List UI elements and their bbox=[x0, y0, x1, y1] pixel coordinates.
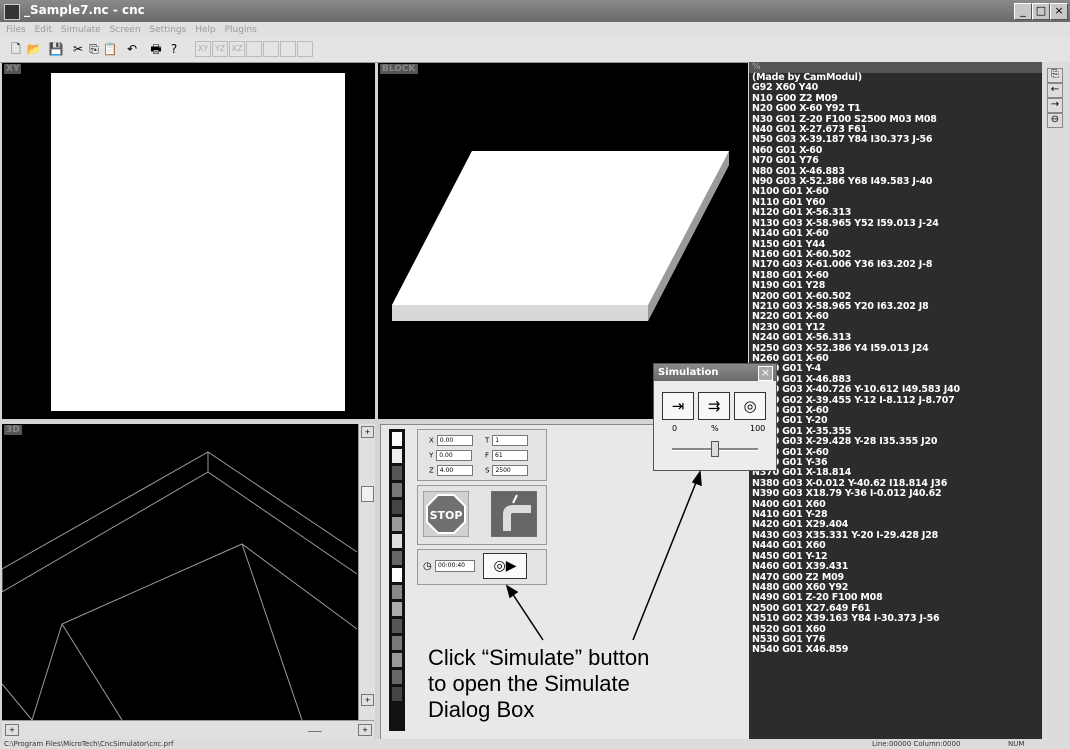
stop-label: STOP bbox=[430, 509, 463, 522]
minimize-button[interactable]: _ bbox=[1014, 3, 1032, 20]
menu-simulate[interactable]: Simulate bbox=[61, 22, 101, 38]
sim-step-button[interactable]: ⇉ bbox=[698, 392, 730, 420]
menu-settings[interactable]: Settings bbox=[149, 22, 186, 38]
new-file-icon[interactable]: 🗋 bbox=[8, 41, 24, 57]
annotation-line-2: to open the Simulate bbox=[428, 671, 630, 696]
open-folder-icon[interactable]: 📂 bbox=[26, 41, 42, 57]
stop-button[interactable]: STOP bbox=[423, 491, 469, 537]
view-yz-button[interactable]: YZ bbox=[212, 41, 228, 57]
status-bar: C:\Program Files\MicroTech\CncSimulator\… bbox=[0, 739, 1070, 749]
tool-change-icon[interactable] bbox=[491, 491, 537, 537]
save-icon[interactable]: 💾 bbox=[48, 41, 64, 57]
cut-icon[interactable]: ✂ bbox=[70, 41, 86, 57]
copy-code-icon[interactable]: ⎘ bbox=[1047, 68, 1063, 83]
simulation-close-button[interactable]: × bbox=[758, 366, 773, 381]
code-line[interactable]: N510 G02 X39.163 Y84 I-30.373 J-56 bbox=[749, 613, 1042, 624]
speed-min-label: 0 bbox=[672, 424, 678, 433]
timer-value: 00:00:40 bbox=[435, 560, 475, 572]
xy-workpiece bbox=[51, 73, 345, 411]
scroll-down-icon[interactable]: + bbox=[361, 694, 374, 706]
annotation-line-1: Click “Simulate” button bbox=[428, 645, 650, 670]
y-value: 0.00 bbox=[436, 450, 473, 461]
t-field: T1 bbox=[485, 435, 529, 446]
scroll-h-thumb[interactable] bbox=[308, 727, 322, 732]
view-xy-button[interactable]: XY bbox=[195, 41, 211, 57]
target-icon[interactable]: ⊖ bbox=[1047, 113, 1063, 128]
x-field: X 0.00 bbox=[429, 435, 473, 446]
s-value: 2500 bbox=[492, 465, 529, 476]
code-line[interactable]: N240 G01 X-56.313 bbox=[749, 332, 1042, 343]
speed-max-label: 100 bbox=[750, 424, 766, 433]
arrow-right-icon[interactable]: → bbox=[1047, 98, 1063, 113]
menu-bar: Files Edit Simulate Screen Settings Help… bbox=[0, 22, 1070, 38]
scroll-thumb[interactable] bbox=[361, 486, 374, 502]
f-value: 61 bbox=[492, 450, 529, 461]
menu-screen[interactable]: Screen bbox=[110, 22, 141, 38]
code-line[interactable]: N140 G01 X-60 bbox=[749, 228, 1042, 239]
code-line[interactable]: N190 G01 Y28 bbox=[749, 280, 1042, 291]
close-button[interactable]: × bbox=[1050, 3, 1068, 20]
window-title: _Sample7.nc - cnc bbox=[24, 3, 145, 17]
print-icon[interactable]: 🖶 bbox=[148, 41, 164, 57]
simulate-button[interactable]: ◎▶ bbox=[483, 553, 527, 579]
annotation-text: Click “Simulate” button to open the Simu… bbox=[428, 645, 649, 723]
3d-vertical-scrollbar[interactable]: + + bbox=[358, 424, 375, 720]
menu-files[interactable]: Files bbox=[6, 22, 26, 38]
undo-icon[interactable]: ↶ bbox=[124, 41, 140, 57]
y-field: Y 0.00 bbox=[429, 450, 473, 461]
help-icon[interactable]: ? bbox=[166, 41, 182, 57]
3d-horizontal-scrollbar[interactable]: + + bbox=[2, 720, 374, 739]
speed-unit-label: % bbox=[711, 424, 719, 433]
status-position: Line:00000 Column:0000 bbox=[872, 740, 961, 748]
arrow-left-icon[interactable]: ← bbox=[1047, 83, 1063, 98]
xy-view-pane[interactable]: XY bbox=[2, 63, 375, 419]
tool-color-strip bbox=[389, 429, 405, 731]
menu-plugins[interactable]: Plugins bbox=[225, 22, 257, 38]
view-tool-icon[interactable] bbox=[280, 41, 296, 57]
maximize-button[interactable]: □ bbox=[1032, 3, 1050, 20]
clock-icon: ◷ bbox=[423, 561, 432, 572]
annotation-line-3: Dialog Box bbox=[428, 697, 535, 722]
nc-code-pane[interactable]: % (Made by CamModul) G92 X60 Y40 N10 G00 Z… bbox=[749, 62, 1042, 739]
toolbar: 🗋 📂 💾 ✂ ⎘ 📋 ↶ 🖶 ? XY YZ XZ bbox=[0, 38, 1070, 63]
scroll-up-icon[interactable]: + bbox=[361, 426, 374, 438]
t-value: 1 bbox=[492, 435, 529, 446]
x-value: 0.00 bbox=[436, 435, 473, 446]
f-field: F 61 bbox=[485, 450, 529, 461]
app-icon[interactable] bbox=[4, 4, 20, 20]
title-bar: _Sample7.nc - cnc _ □ × bbox=[0, 0, 1070, 22]
view-3d-icon[interactable] bbox=[246, 41, 262, 57]
view-fit-icon[interactable] bbox=[297, 41, 313, 57]
scroll-right-icon[interactable]: + bbox=[358, 724, 372, 736]
code-line[interactable]: N540 G01 X46.859 bbox=[749, 644, 1042, 655]
speed-slider-thumb[interactable] bbox=[711, 441, 719, 457]
status-num: NUM bbox=[1008, 740, 1025, 748]
menu-help[interactable]: Help bbox=[195, 22, 216, 38]
3d-wireframe-svg bbox=[2, 451, 358, 720]
z-value: 4.00 bbox=[436, 465, 473, 476]
sim-reset-button[interactable]: ◎ bbox=[734, 392, 766, 420]
menu-edit[interactable]: Edit bbox=[35, 22, 52, 38]
status-path: C:\Program Files\MicroTech\CncSimulator\… bbox=[4, 740, 174, 748]
view-block-icon[interactable] bbox=[263, 41, 279, 57]
copy-icon[interactable]: ⎘ bbox=[86, 41, 102, 57]
3d-view-pane[interactable]: 3D bbox=[2, 424, 358, 720]
code-line[interactable]: N460 G01 X39.431 bbox=[749, 561, 1042, 572]
s-field: S 2500 bbox=[485, 465, 529, 476]
simulation-dialog: Simulation × ⇥ ⇉ ◎ 0 % 100 bbox=[653, 363, 777, 471]
scroll-left-icon[interactable]: + bbox=[5, 724, 19, 736]
view-xz-button[interactable]: XZ bbox=[229, 41, 245, 57]
code-lines: (Made by CamModul) G92 X60 Y40 N10 G00 Z2 … bbox=[749, 72, 1042, 656]
right-toolstrip bbox=[1042, 62, 1070, 739]
paste-icon[interactable]: 📋 bbox=[102, 41, 118, 57]
z-field: Z 4.00 bbox=[429, 465, 473, 476]
sim-run-button[interactable]: ⇥ bbox=[662, 392, 694, 420]
xy-pane-label: XY bbox=[4, 64, 22, 74]
